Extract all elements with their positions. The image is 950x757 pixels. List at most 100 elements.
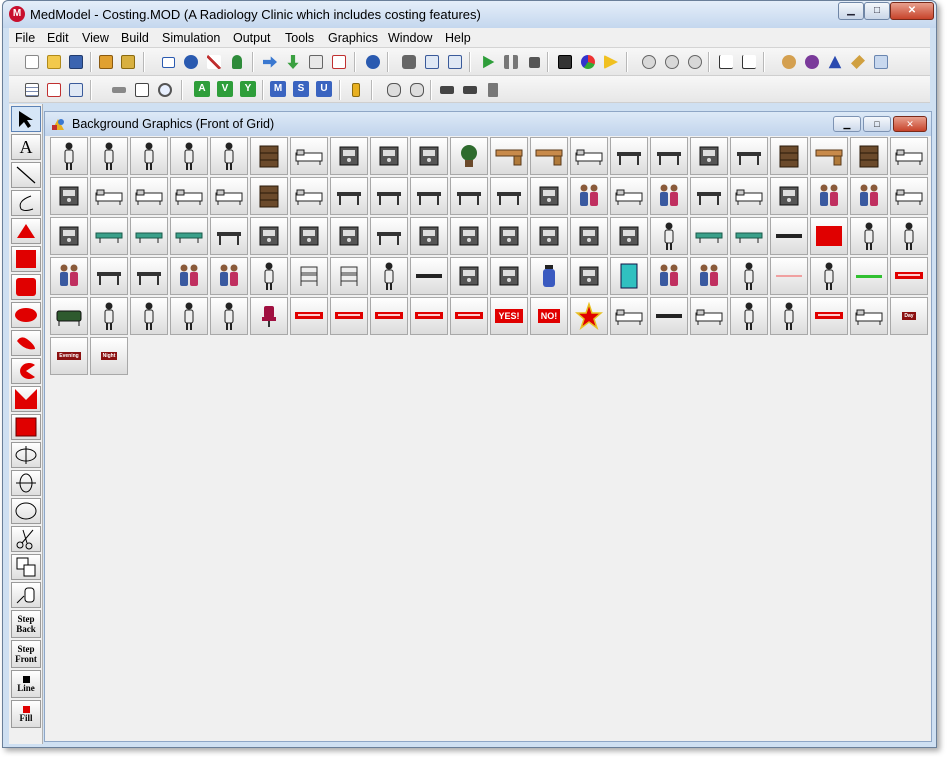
chair-icon[interactable] — [250, 297, 288, 335]
cabinet-icon[interactable] — [250, 137, 288, 175]
bed-icon[interactable] — [130, 177, 168, 215]
banner-icon[interactable] — [290, 297, 328, 335]
bed-icon[interactable] — [290, 137, 328, 175]
table-icon[interactable] — [370, 217, 408, 255]
people-icon[interactable] — [810, 177, 848, 215]
path-networks-icon[interactable] — [204, 52, 224, 72]
view-m-button[interactable]: M — [270, 81, 286, 97]
line-graphic-icon[interactable] — [650, 297, 688, 335]
rounded-rectangle-shape-icon[interactable] — [11, 274, 41, 300]
hand-select-icon[interactable] — [407, 80, 427, 100]
scissors-icon[interactable] — [11, 526, 41, 552]
rotate-horizontal-icon[interactable] — [11, 442, 41, 468]
person-icon[interactable] — [90, 137, 128, 175]
star-icon[interactable] — [570, 297, 608, 335]
fill-color-button[interactable]: Fill — [11, 700, 41, 728]
table-icon[interactable] — [730, 137, 768, 175]
desk-icon[interactable] — [490, 137, 528, 175]
model-package-icon[interactable] — [96, 52, 116, 72]
person-icon[interactable] — [250, 257, 288, 295]
equipment-icon[interactable] — [330, 217, 368, 255]
bed-icon[interactable] — [210, 177, 248, 215]
person-icon[interactable] — [50, 137, 88, 175]
view-u-button[interactable]: U — [316, 81, 332, 97]
model-l-icon[interactable] — [639, 52, 659, 72]
line-color-button[interactable]: Line — [11, 670, 41, 698]
hand-icon[interactable] — [384, 80, 404, 100]
ellipse-shape-icon[interactable] — [11, 302, 41, 328]
menu-view[interactable]: View — [82, 31, 109, 45]
pie-shape-icon[interactable] — [11, 358, 41, 384]
person-icon[interactable] — [130, 297, 168, 335]
simulation-options-icon[interactable] — [399, 52, 419, 72]
table-icon[interactable] — [450, 177, 488, 215]
graphics-editor-icon[interactable] — [848, 52, 868, 72]
table-icon[interactable] — [490, 177, 528, 215]
person-icon[interactable] — [210, 297, 248, 335]
results-viewer-icon[interactable] — [578, 52, 598, 72]
people-icon[interactable] — [850, 177, 888, 215]
equipment-icon[interactable] — [250, 217, 288, 255]
graph-icon[interactable] — [716, 52, 736, 72]
square-shape-icon[interactable] — [11, 414, 41, 440]
palette-tool-icon[interactable] — [779, 52, 799, 72]
equipment-icon[interactable] — [490, 217, 528, 255]
export-icon[interactable] — [601, 52, 621, 72]
rectangle-shape-icon[interactable] — [11, 246, 41, 272]
install-package-icon[interactable] — [118, 52, 138, 72]
move-to-icon[interactable] — [66, 80, 86, 100]
table-icon[interactable] — [90, 257, 128, 295]
cabinet-icon[interactable] — [250, 177, 288, 215]
banner-icon[interactable] — [450, 297, 488, 335]
people-icon[interactable] — [650, 257, 688, 295]
line-graphic-icon[interactable] — [770, 257, 808, 295]
menu-tools[interactable]: Tools — [285, 31, 314, 45]
line-tool-icon[interactable] — [11, 162, 41, 188]
library-graphic-icon[interactable] — [11, 582, 41, 608]
save-and-run-icon[interactable] — [445, 52, 465, 72]
entities-icon[interactable] — [181, 52, 201, 72]
banner-icon[interactable] — [410, 297, 448, 335]
open-folder-icon[interactable] — [44, 52, 64, 72]
people-icon[interactable] — [650, 177, 688, 215]
sofa-icon[interactable] — [50, 297, 88, 335]
banner-icon[interactable] — [330, 297, 368, 335]
table-icon[interactable] — [610, 137, 648, 175]
send-to-back-icon[interactable] — [437, 80, 457, 100]
minimize-button[interactable]: ▁ — [838, 2, 864, 20]
equipment-icon[interactable] — [690, 137, 728, 175]
new-file-icon[interactable] — [22, 52, 42, 72]
triangle-tool-icon[interactable] — [825, 52, 845, 72]
pause-icon[interactable] — [501, 52, 521, 72]
group-icon[interactable] — [11, 554, 41, 580]
maximize-button[interactable]: □ — [864, 2, 890, 20]
person-icon[interactable] — [130, 137, 168, 175]
bed-icon[interactable] — [290, 177, 328, 215]
rotate-vertical-icon[interactable] — [11, 470, 41, 496]
child-title-bar[interactable]: Background Graphics (Front of Grid) ▁ □ … — [45, 112, 931, 136]
zoom-to-fit-icon[interactable] — [132, 80, 152, 100]
people-icon[interactable] — [210, 257, 248, 295]
cabinet-icon[interactable] — [770, 137, 808, 175]
green-line-icon[interactable] — [850, 257, 888, 295]
person-icon[interactable] — [370, 257, 408, 295]
model-v-icon[interactable] — [662, 52, 682, 72]
line-graphic-icon[interactable] — [410, 257, 448, 295]
cabinet-icon[interactable] — [850, 137, 888, 175]
evening-sign-graphic[interactable]: Evening — [50, 337, 88, 375]
equipment-icon[interactable] — [570, 257, 608, 295]
person-icon[interactable] — [170, 297, 208, 335]
equipment-icon[interactable] — [490, 257, 528, 295]
bed-icon[interactable] — [610, 177, 648, 215]
night-sign-graphic[interactable]: Night — [90, 337, 128, 375]
menu-file[interactable]: File — [15, 31, 35, 45]
shift-calendar-icon[interactable] — [329, 52, 349, 72]
view-s-button[interactable]: S — [293, 81, 309, 97]
bed-icon[interactable] — [170, 177, 208, 215]
bed-icon[interactable] — [570, 137, 608, 175]
stat-fit-icon[interactable] — [802, 52, 822, 72]
person-icon[interactable] — [890, 217, 928, 255]
jar-icon[interactable] — [530, 257, 568, 295]
arc-tool-icon[interactable] — [11, 190, 41, 216]
person-icon[interactable] — [90, 297, 128, 335]
